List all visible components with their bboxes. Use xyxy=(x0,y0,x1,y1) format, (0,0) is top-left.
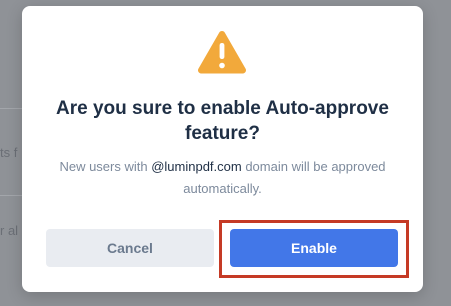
backdrop-divider xyxy=(0,108,24,109)
cancel-button[interactable]: Cancel xyxy=(46,229,214,267)
warning-triangle-icon xyxy=(197,31,247,74)
backdrop-text: ts f xyxy=(0,145,18,160)
backdrop-divider xyxy=(0,195,24,196)
dialog-title: Are you sure to enable Auto-approve feat… xyxy=(56,98,389,144)
dialog-description: New users with @luminpdf.com domain will… xyxy=(48,156,397,200)
domain-name: @luminpdf.com xyxy=(151,159,242,174)
confirm-dialog: Are you sure to enable Auto-approve feat… xyxy=(22,6,423,292)
backdrop-text: r al xyxy=(0,223,19,238)
description-prefix: New users with xyxy=(59,159,152,174)
enable-button[interactable]: Enable xyxy=(230,229,398,267)
